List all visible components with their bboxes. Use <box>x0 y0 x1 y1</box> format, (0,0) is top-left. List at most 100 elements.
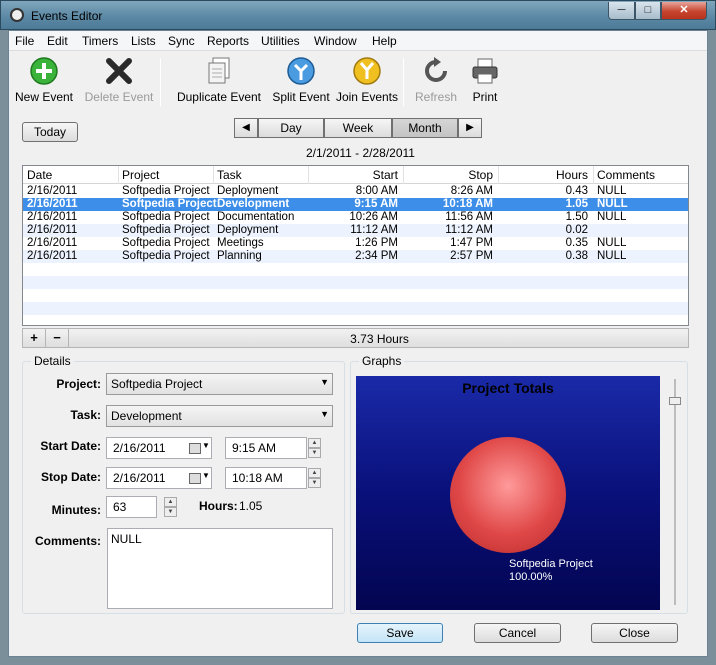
menu-sync[interactable]: Sync <box>168 34 195 48</box>
menu-file[interactable]: File <box>15 34 34 48</box>
cell-comments: NULL <box>597 250 627 262</box>
col-comments[interactable]: Comments <box>597 168 655 182</box>
maximize-button[interactable]: □ <box>635 2 661 20</box>
next-period-button[interactable]: ▶ <box>458 118 482 138</box>
col-start[interactable]: Start <box>308 168 398 182</box>
menu-edit[interactable]: Edit <box>47 34 68 48</box>
cell-project: Softpedia Project <box>122 237 210 249</box>
minimize-button[interactable]: ─ <box>608 2 635 20</box>
cell-project: Softpedia Project <box>122 250 210 262</box>
cell-hours: 0.43 <box>565 185 588 197</box>
join-events-button[interactable]: Join Events <box>335 56 399 104</box>
save-button[interactable]: Save <box>357 623 443 643</box>
menu-window[interactable]: Window <box>314 34 357 48</box>
empty-row <box>23 276 688 289</box>
col-project[interactable]: Project <box>122 168 159 182</box>
menu-lists[interactable]: Lists <box>131 34 156 48</box>
new-event-button[interactable]: New Event <box>13 56 75 104</box>
close-window-button[interactable]: ✕ <box>661 2 707 20</box>
stopwatch-icon <box>10 8 24 22</box>
project-select[interactable]: Softpedia Project ▼ <box>106 373 333 395</box>
table-row[interactable]: 2/16/2011 Softpedia Project Documentatio… <box>23 211 688 224</box>
table-row-selected[interactable]: 2/16/2011 Softpedia Project Development … <box>23 198 688 211</box>
col-date[interactable]: Date <box>27 168 52 182</box>
zoom-slider[interactable] <box>666 379 684 609</box>
today-button[interactable]: Today <box>22 122 78 142</box>
cell-hours: 1.05 <box>565 198 588 210</box>
col-task[interactable]: Task <box>217 168 242 182</box>
calendar-icon[interactable] <box>189 443 201 454</box>
view-day-tab[interactable]: Day <box>258 118 324 138</box>
menu-utilities[interactable]: Utilities <box>261 34 300 48</box>
split-event-button[interactable]: Split Event <box>265 56 337 104</box>
task-select[interactable]: Development ▼ <box>106 405 333 427</box>
stop-time-stepper[interactable]: ▲ ▼ <box>308 468 321 488</box>
title-bar: Events Editor ─ □ ✕ <box>0 0 716 30</box>
cell-hours: 0.35 <box>565 237 588 249</box>
duplicate-event-button[interactable]: Duplicate Event <box>169 56 269 104</box>
menu-timers[interactable]: Timers <box>82 34 118 48</box>
stop-date-picker[interactable]: 2/16/2011 ▼ <box>106 467 212 489</box>
chevron-down-icon: ▼ <box>320 409 329 419</box>
comments-textarea[interactable]: NULL <box>107 528 333 609</box>
column-divider <box>593 166 594 184</box>
table-row[interactable]: 2/16/2011 Softpedia Project Meetings 1:2… <box>23 237 688 250</box>
project-totals-chart: Project Totals Softpedia Project 100.00% <box>356 376 660 610</box>
table-row[interactable]: 2/16/2011 Softpedia Project Deployment 1… <box>23 224 688 237</box>
cell-task: Documentation <box>217 211 295 223</box>
plus-icon <box>30 57 58 85</box>
cell-start: 2:34 PM <box>355 250 398 262</box>
close-button[interactable]: Close <box>591 623 678 643</box>
stop-time-field[interactable]: 10:18 AM <box>225 467 307 489</box>
table-row[interactable]: 2/16/2011 Softpedia Project Deployment 8… <box>23 185 688 198</box>
task-select-value: Development <box>111 409 182 423</box>
remove-row-button[interactable]: − <box>46 329 69 347</box>
cell-start: 9:15 AM <box>354 198 398 210</box>
increment-icon[interactable]: ▲ <box>164 497 177 507</box>
chevron-down-icon: ▼ <box>202 471 210 480</box>
prev-period-button[interactable]: ◀ <box>234 118 258 138</box>
add-row-button[interactable]: + <box>23 329 46 347</box>
empty-row <box>23 302 688 315</box>
view-week-tab[interactable]: Week <box>324 118 392 138</box>
print-button[interactable]: Print <box>465 56 505 104</box>
start-date-picker[interactable]: 2/16/2011 ▼ <box>106 437 212 459</box>
stop-date-label: Stop Date: <box>41 470 101 484</box>
cell-start: 8:00 AM <box>355 185 398 197</box>
task-label: Task: <box>70 408 101 422</box>
toolbar-separator <box>403 58 404 106</box>
calendar-icon[interactable] <box>189 473 201 484</box>
increment-icon[interactable]: ▲ <box>308 468 321 478</box>
decrement-icon[interactable]: ▼ <box>308 448 321 458</box>
slider-thumb[interactable] <box>669 397 681 405</box>
cell-date: 2/16/2011 <box>27 185 78 197</box>
cell-date: 2/16/2011 <box>27 250 78 262</box>
decrement-icon[interactable]: ▼ <box>308 478 321 488</box>
cancel-button[interactable]: Cancel <box>474 623 561 643</box>
stop-date-value: 2/16/2011 <box>113 471 166 485</box>
start-time-stepper[interactable]: ▲ ▼ <box>308 438 321 458</box>
increment-icon[interactable]: ▲ <box>308 438 321 448</box>
window-client: File Edit Timers Lists Sync Reports Util… <box>8 30 708 657</box>
col-stop[interactable]: Stop <box>403 168 493 182</box>
delete-event-button[interactable]: Delete Event <box>83 56 155 104</box>
pie-slice-label: Softpedia Project <box>509 558 593 570</box>
delete-x-icon <box>106 58 132 84</box>
minutes-field[interactable]: 63 <box>106 496 157 518</box>
cell-project: Softpedia Project <box>122 211 210 223</box>
cell-project: Softpedia Project <box>122 198 217 210</box>
decrement-icon[interactable]: ▼ <box>164 507 177 517</box>
menu-reports[interactable]: Reports <box>207 34 249 48</box>
menu-help[interactable]: Help <box>372 34 397 48</box>
refresh-button[interactable]: Refresh <box>411 56 461 104</box>
new-event-label: New Event <box>14 90 74 104</box>
start-time-field[interactable]: 9:15 AM <box>225 437 307 459</box>
view-month-tab[interactable]: Month <box>392 118 458 138</box>
cell-project: Softpedia Project <box>122 185 210 197</box>
col-hours[interactable]: Hours <box>498 168 588 182</box>
table-row[interactable]: 2/16/2011 Softpedia Project Planning 2:3… <box>23 250 688 263</box>
events-table[interactable]: Date Project Task Start Stop Hours Comme… <box>22 165 689 326</box>
chevron-down-icon: ▼ <box>320 377 329 387</box>
cell-task: Deployment <box>217 224 279 236</box>
minutes-stepper[interactable]: ▲ ▼ <box>164 497 177 517</box>
